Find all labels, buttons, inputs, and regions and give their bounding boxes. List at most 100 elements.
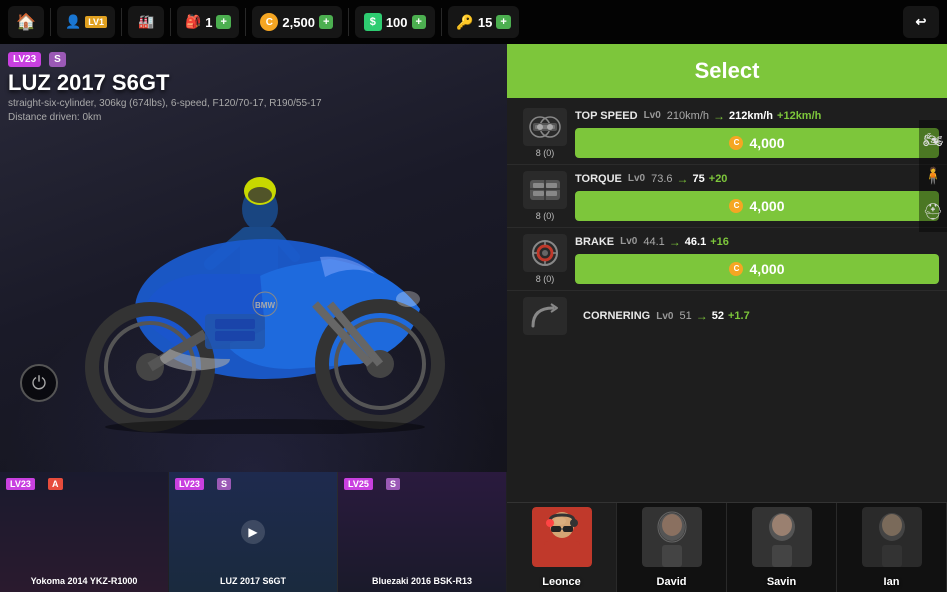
- coins-display[interactable]: C 2,500 +: [252, 6, 342, 38]
- topspeed-icon: [523, 108, 567, 146]
- brake-icon: [523, 234, 567, 272]
- coin-plus[interactable]: +: [319, 15, 333, 29]
- topspeed-label: TOP SPEED: [575, 110, 638, 122]
- bike-distance: Distance driven: 0km: [8, 112, 322, 123]
- cornering-header: CORNERING Lv0 51 → 52 +1.7: [583, 309, 939, 323]
- garage-button[interactable]: 🏭: [128, 6, 164, 38]
- svg-text:BMW: BMW: [255, 301, 275, 310]
- select-button[interactable]: Select: [507, 44, 947, 98]
- back-button[interactable]: ↩: [903, 6, 939, 38]
- torque-upgrade-btn[interactable]: C 4,000: [575, 191, 939, 221]
- leonce-name: Leonce: [542, 576, 581, 588]
- torque-cost-label: 4,000: [749, 198, 784, 214]
- brake-cost: 8 (0): [536, 274, 555, 284]
- dollar-icon: $: [364, 13, 382, 31]
- side-bike-icon[interactable]: 🏍: [921, 128, 945, 152]
- brake-from: 44.1: [643, 236, 664, 248]
- side-helmet-icon[interactable]: ⛑: [921, 200, 945, 224]
- brake-diff: +16: [710, 236, 729, 248]
- savin-name: Savin: [767, 576, 796, 588]
- divider-3: [170, 8, 171, 36]
- cornering-icon: [523, 297, 567, 335]
- ian-name: Ian: [884, 576, 900, 588]
- home-icon: 🏠: [16, 12, 36, 32]
- topspeed-upgrade-btn[interactable]: C 4,000: [575, 128, 939, 158]
- thumbnail-item-1[interactable]: LV23 S ▶ LUZ 2017 S6GT: [169, 472, 338, 592]
- topspeed-icon-box: 8 (0): [515, 108, 575, 158]
- rider-leonce[interactable]: Leonce: [507, 503, 617, 592]
- thumb-grade-2: S: [386, 478, 400, 490]
- thumb-play-1[interactable]: ▶: [241, 520, 265, 544]
- brake-arrow: →: [669, 235, 681, 249]
- topspeed-values: 210km/h → 212km/h +12km/h: [667, 109, 822, 123]
- bag-plus[interactable]: +: [216, 15, 230, 29]
- stat-row-topspeed: 8 (0) TOP SPEED Lv0 210km/h → 212km/h +1…: [507, 102, 947, 165]
- bag-button[interactable]: 🎒 1 +: [177, 6, 239, 38]
- topspeed-from: 210km/h: [667, 110, 709, 122]
- brake-upgrade-btn[interactable]: C 4,000: [575, 254, 939, 284]
- savin-avatar: [752, 507, 812, 567]
- dollar-plus[interactable]: +: [412, 15, 426, 29]
- rider-button[interactable]: 👤 LV1: [57, 6, 115, 38]
- cornering-icon-box: [515, 297, 575, 335]
- key-plus[interactable]: +: [496, 15, 510, 29]
- brake-label: BRAKE: [575, 236, 614, 248]
- thumb-name-0: Yokoma 2014 YKZ-R1000: [31, 576, 138, 586]
- topspeed-diff: +12km/h: [777, 110, 821, 122]
- cornering-right: CORNERING Lv0 51 → 52 +1.7: [583, 309, 939, 323]
- brake-values: 44.1 → 46.1 +16: [643, 235, 729, 249]
- brake-coin-icon: C: [729, 262, 743, 276]
- divider-5: [348, 8, 349, 36]
- topspeed-to: 212km/h: [729, 110, 773, 122]
- stat-row-brake: 8 (0) BRAKE Lv0 44.1 → 46.1 +16 C 4,000: [507, 228, 947, 291]
- stats-area: 8 (0) TOP SPEED Lv0 210km/h → 212km/h +1…: [507, 98, 947, 502]
- stat-row-cornering: CORNERING Lv0 51 → 52 +1.7: [507, 291, 947, 341]
- torque-label: TORQUE: [575, 173, 622, 185]
- side-icons: 🏍 🧍 ⛑: [919, 120, 947, 232]
- thumb-grade-0: A: [48, 478, 63, 490]
- thumb-bg-2: [338, 472, 506, 592]
- topspeed-header: TOP SPEED Lv0 210km/h → 212km/h +12km/h: [575, 109, 939, 123]
- rider-icon: 👤: [65, 14, 81, 30]
- left-panel: LV23 S LUZ 2017 S6GT straight-six-cylind…: [0, 44, 507, 592]
- torque-from: 73.6: [651, 173, 672, 185]
- rider-savin[interactable]: Savin: [727, 503, 837, 592]
- cornering-diff: +1.7: [728, 310, 750, 322]
- torque-diff: +20: [709, 173, 728, 185]
- cornering-to: 52: [712, 310, 724, 322]
- riders-bar: Leonce David: [507, 502, 947, 592]
- torque-icon-box: 8 (0): [515, 171, 575, 221]
- keys-display[interactable]: 🔑 15 +: [448, 6, 519, 38]
- topspeed-cost-label: 4,000: [749, 135, 784, 151]
- torque-lv: Lv0: [628, 173, 645, 184]
- thumb-name-2: Bluezaki 2016 BSK-R13: [372, 576, 472, 586]
- bike-info: LV23 S LUZ 2017 S6GT straight-six-cylind…: [8, 52, 322, 123]
- david-avatar: [642, 507, 702, 567]
- rider-ian[interactable]: Ian: [837, 503, 947, 592]
- bike-level-badge: LV23: [8, 52, 41, 67]
- divider-4: [245, 8, 246, 36]
- bike-desc: straight-six-cylinder, 306kg (674lbs), 6…: [8, 98, 322, 109]
- thumbnail-item-2[interactable]: LV25 S Bluezaki 2016 BSK-R13: [338, 472, 507, 592]
- thumbnail-item-0[interactable]: LV23 A Yokoma 2014 YKZ-R1000: [0, 472, 169, 592]
- power-button[interactable]: ⏻: [20, 364, 58, 402]
- key-amount: 15: [478, 15, 492, 30]
- topspeed-arrow: →: [713, 109, 725, 123]
- right-panel: Select 8 (0) TOP: [507, 44, 947, 592]
- top-bar: 🏠 👤 LV1 🏭 🎒 1 + C 2,500 + $ 100 + 🔑 15 +…: [0, 0, 947, 44]
- brake-cost-label: 4,000: [749, 261, 784, 277]
- bike-grade-badge: S: [49, 52, 66, 67]
- torque-cost: 8 (0): [536, 211, 555, 221]
- rider-david[interactable]: David: [617, 503, 727, 592]
- dollars-display[interactable]: $ 100 +: [355, 6, 435, 38]
- home-button[interactable]: 🏠: [8, 6, 44, 38]
- david-name: David: [657, 576, 687, 588]
- rider-level-badge: LV1: [85, 16, 107, 28]
- thumb-name-1: LUZ 2017 S6GT: [220, 576, 286, 586]
- dollar-amount: 100: [386, 15, 408, 30]
- back-icon: ↩: [916, 14, 927, 30]
- brake-header: BRAKE Lv0 44.1 → 46.1 +16: [575, 235, 939, 249]
- topspeed-cost: 8 (0): [536, 148, 555, 158]
- torque-header: TORQUE Lv0 73.6 → 75 +20: [575, 172, 939, 186]
- side-rider-icon[interactable]: 🧍: [921, 164, 945, 188]
